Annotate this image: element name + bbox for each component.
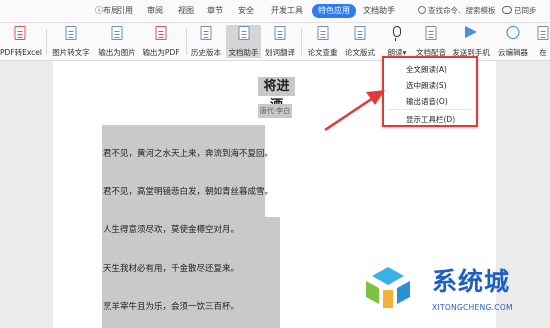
watermark-title: 系统城 [432, 267, 511, 296]
watermark-subtitle: XITONGCHENG.COM [432, 303, 513, 312]
watermark-logo-icon [366, 267, 410, 308]
